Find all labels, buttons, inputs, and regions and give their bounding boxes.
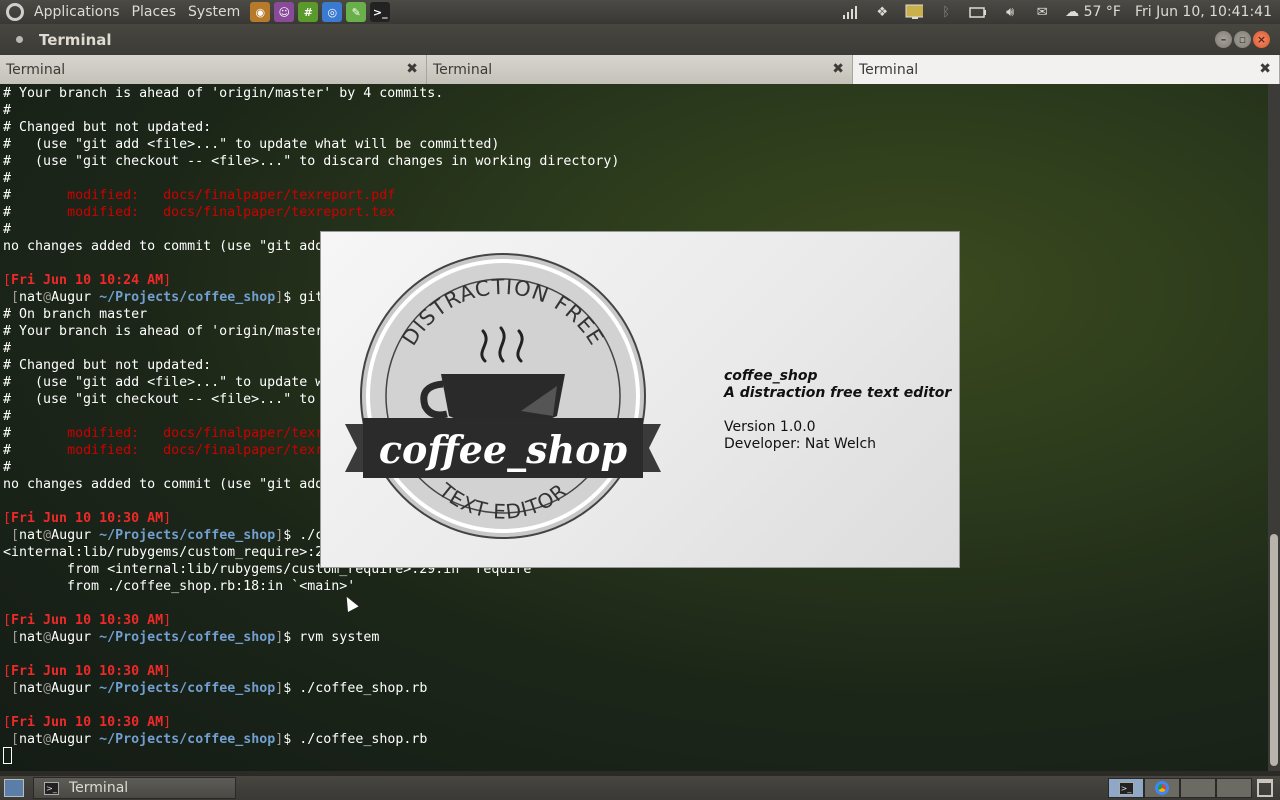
terminal-line: # Your branch is ahead of 'origin/master — [3, 324, 324, 339]
app-tagline: A distraction free text editor — [724, 385, 952, 401]
applications-menu[interactable]: Applications — [28, 0, 126, 24]
coffee-shop-logo: DISTRACTION FREE coffee_shop TEXT EDITOR — [345, 253, 661, 539]
system-tray: ❖ ᛒ 🔊︎ ✉ ☁︎ 57 °F Fri Jun 10, 10:41:41 — [841, 0, 1280, 24]
logo-banner-text: coffee_shop — [379, 427, 628, 472]
evernote-launcher-icon[interactable]: ✎ — [346, 2, 367, 22]
top-panel: Applications Places System ◉ ☺ # ◎ ✎ >_ ❖ ᛒ 🔊… — [0, 0, 1280, 24]
terminal-line: [Fri Jun 10 10:30 AM] — [3, 664, 172, 679]
chrome-launcher-icon[interactable]: ◎ — [322, 2, 343, 22]
text-cursor — [3, 747, 12, 764]
minimize-button[interactable]: – — [1215, 31, 1232, 48]
terminal-line: from ./coffee_shop.rb:18:in `<main>' — [3, 579, 356, 594]
dropbox-icon[interactable]: ❖ — [873, 4, 891, 20]
window-title: Terminal — [39, 30, 112, 49]
show-desktop-icon[interactable] — [4, 779, 24, 797]
system-menu[interactable]: System — [182, 0, 246, 24]
window-titlebar[interactable]: Terminal – ▫ × — [0, 24, 1280, 55]
trash-icon[interactable] — [1257, 779, 1273, 797]
places-menu[interactable]: Places — [126, 0, 183, 24]
terminal-icon: >_ — [1118, 781, 1134, 795]
empathy-launcher-icon[interactable]: ☺ — [274, 2, 295, 22]
tab-close-icon[interactable]: ✖ — [406, 61, 418, 77]
splash-info: coffee_shop A distraction free text edit… — [724, 368, 951, 453]
window-controls: – ▫ × — [1215, 31, 1270, 48]
chrome-icon — [1155, 781, 1169, 795]
workspace-3[interactable] — [1180, 778, 1216, 798]
mail-icon[interactable]: ✉ — [1033, 4, 1051, 20]
tab-bar: Terminal ✖ Terminal ✖ Terminal ✖ — [0, 55, 1280, 84]
tab-label: Terminal — [6, 61, 66, 78]
weather-indicator[interactable]: ☁︎ 57 °F — [1065, 4, 1121, 20]
terminal-launcher-icon[interactable]: >_ — [370, 2, 391, 22]
terminal-line: [nat@Augur ~/Projects/coffee_shop]$ rvm … — [11, 630, 380, 645]
pidgin-launcher-icon[interactable]: ◉ — [250, 2, 271, 22]
terminal-scrollbar[interactable] — [1268, 84, 1280, 771]
workspace-4[interactable] — [1216, 778, 1252, 798]
terminal-line: # — [3, 409, 12, 424]
bluetooth-icon[interactable]: ᛒ — [937, 4, 955, 20]
close-button[interactable]: × — [1253, 31, 1270, 48]
tab-terminal-2[interactable]: Terminal ✖ — [427, 55, 853, 84]
terminal-line: # Your branch is ahead of 'origin/master… — [3, 86, 444, 101]
logo-banner: coffee_shop — [345, 418, 661, 478]
terminal-line: [nat@Augur ~/Projects/coffee_shop]$ git — [11, 290, 324, 305]
terminal-line: # Changed but not updated: — [3, 120, 212, 135]
signal-icon[interactable] — [841, 4, 859, 20]
maximize-button[interactable]: ▫ — [1234, 31, 1251, 48]
clock[interactable]: Fri Jun 10, 10:41:41 — [1135, 4, 1272, 20]
terminal-line: # — [3, 171, 12, 186]
terminal-line: [nat@Augur ~/Projects/coffee_shop]$ ./co… — [11, 681, 428, 696]
terminal-line: [nat@Augur ~/Projects/coffee_shop]$ ./c — [11, 528, 324, 543]
battery-icon[interactable] — [969, 4, 987, 20]
terminal-line: # — [3, 341, 12, 356]
terminal-line: no changes added to commit (use "git add — [3, 239, 324, 254]
about-splash-dialog: DISTRACTION FREE coffee_shop TEXT EDITOR… — [320, 231, 960, 568]
tab-label: Terminal — [859, 61, 919, 78]
terminal-line: # modified: docs/finalpaper/texr — [3, 443, 324, 458]
ubuntu-logo-icon[interactable] — [6, 3, 24, 21]
terminal-icon: >_ — [44, 781, 59, 795]
terminal-line: # modified: docs/finalpaper/texreport.pd… — [3, 188, 396, 203]
terminal-line: # modified: docs/finalpaper/texr — [3, 426, 324, 441]
terminal-line: [Fri Jun 10 10:30 AM] — [3, 715, 172, 730]
cloud-icon: ☁︎ — [1065, 4, 1084, 20]
terminal-line: # (use "git add <file>..." to update w — [3, 375, 324, 390]
terminal-line: # — [3, 222, 12, 237]
gwibber-launcher-icon[interactable]: # — [298, 2, 319, 22]
launcher-bar: ◉ ☺ # ◎ ✎ >_ — [246, 2, 391, 22]
scrollbar-thumb[interactable] — [1270, 534, 1278, 766]
volume-icon[interactable]: 🔊︎ — [1001, 4, 1019, 20]
terminal-line: no changes added to commit (use "git add — [3, 477, 324, 492]
tab-label: Terminal — [433, 61, 493, 78]
terminal-line: [nat@Augur ~/Projects/coffee_shop]$ ./co… — [11, 732, 428, 747]
terminal-line: # (use "git add <file>..." to update wha… — [3, 137, 500, 152]
main-menu: Applications Places System — [0, 0, 246, 24]
terminal-line: [Fri Jun 10 10:30 AM] — [3, 613, 172, 628]
app-developer: Developer: Nat Welch — [724, 436, 877, 452]
workspace-2[interactable] — [1144, 778, 1180, 798]
bottom-panel: >_ Terminal >_ — [0, 776, 1280, 800]
terminal-line: <internal:lib/rubygems/custom_require>:2 — [3, 545, 324, 560]
app-name: coffee_shop — [724, 368, 818, 384]
tab-close-icon[interactable]: ✖ — [1259, 61, 1271, 77]
terminal-line: # (use "git checkout -- <file>..." to di… — [3, 154, 620, 169]
terminal-line: # (use "git checkout -- <file>..." to — [3, 392, 316, 407]
terminal-line: # modified: docs/finalpaper/texreport.te… — [3, 205, 396, 220]
app-version: Version 1.0.0 — [724, 419, 816, 435]
tab-terminal-1[interactable]: Terminal ✖ — [0, 55, 427, 84]
terminal-line: # Changed but not updated: — [3, 358, 212, 373]
terminal-line: [Fri Jun 10 10:24 AM] — [3, 273, 172, 288]
tab-terminal-3[interactable]: Terminal ✖ — [853, 55, 1280, 84]
taskbar-label: Terminal — [69, 780, 129, 796]
terminal-line: [Fri Jun 10 10:30 AM] — [3, 511, 172, 526]
taskbar-terminal-button[interactable]: >_ Terminal — [33, 777, 236, 799]
window-menu-icon[interactable] — [16, 36, 23, 43]
workspace-1[interactable]: >_ — [1108, 778, 1144, 798]
monitor-icon[interactable] — [905, 4, 924, 20]
tab-close-icon[interactable]: ✖ — [832, 61, 844, 77]
terminal-line: # — [3, 103, 12, 118]
workspace-switcher: >_ — [1108, 778, 1252, 798]
terminal-line: # — [3, 460, 12, 475]
terminal-line: # On branch master — [3, 307, 148, 322]
